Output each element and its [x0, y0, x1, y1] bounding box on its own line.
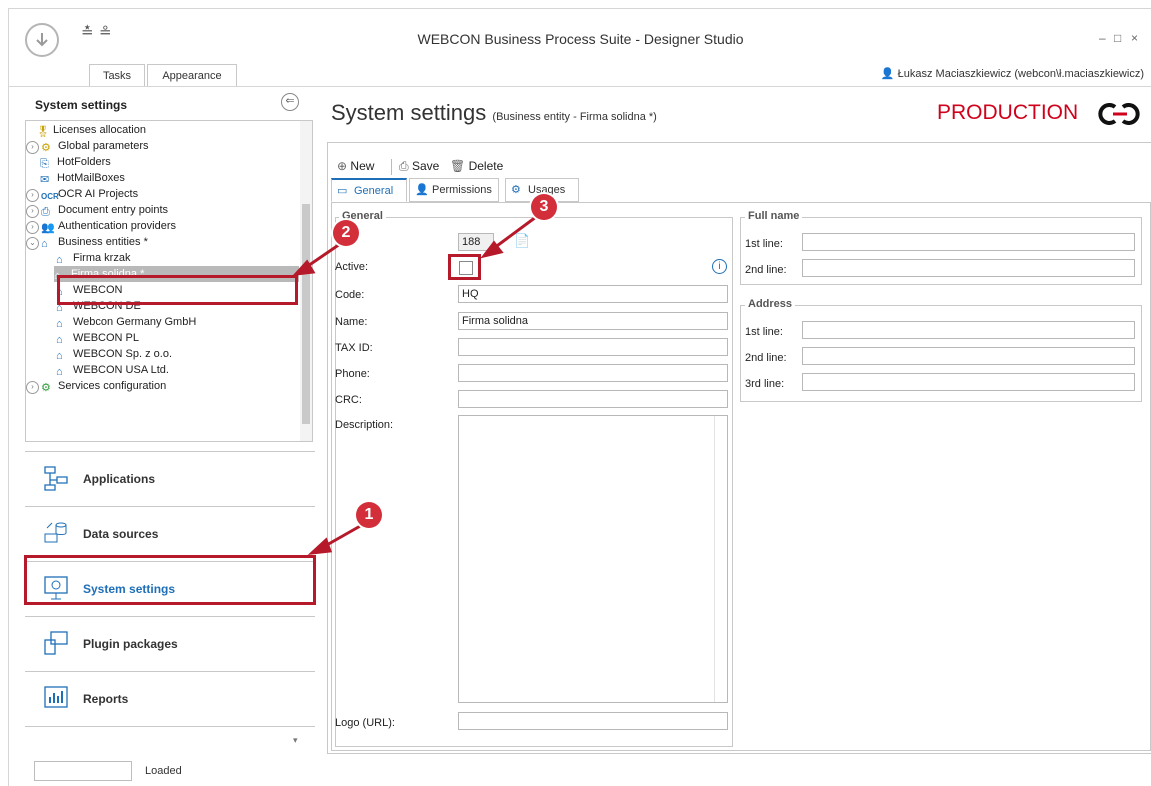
annotation-badge-3: 3 [531, 194, 557, 220]
annotation-arrows [292, 215, 537, 555]
annotation-badge-2: 2 [333, 220, 359, 246]
annotation-badge-1: 1 [356, 502, 382, 528]
